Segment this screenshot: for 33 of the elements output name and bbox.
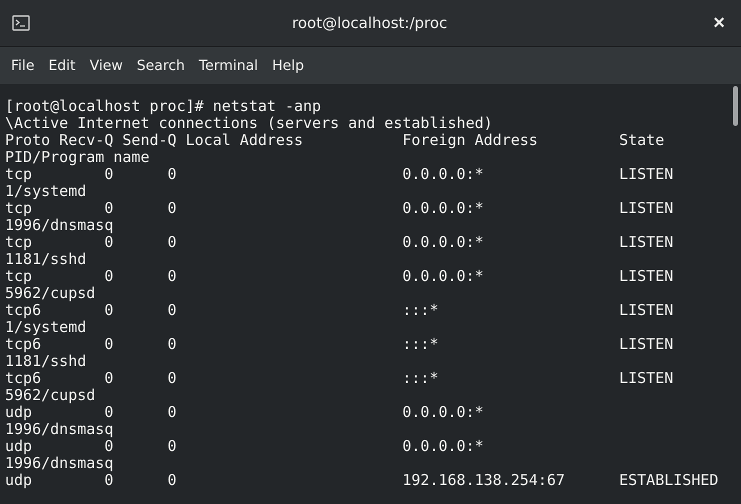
terminal-line: tcp6 0 0 :::* LISTEN: [5, 370, 674, 387]
terminal-line: udp 0 0 192.168.138.254:67 ESTABLISHED: [5, 472, 720, 489]
terminal-line: [root@localhost proc]# netstat -anp: [5, 98, 322, 115]
terminal-line: 1/systemd: [5, 319, 88, 336]
terminal-line: 1996/dnsmasq: [5, 217, 114, 234]
menu-item[interactable]: Search: [130, 54, 192, 78]
terminal-line: \Active Internet connections (servers and established): [5, 115, 494, 132]
menu-item[interactable]: Edit: [41, 54, 83, 78]
menu-item[interactable]: Help: [265, 54, 311, 78]
terminal-line: 1/systemd: [5, 183, 88, 200]
terminal-line: Proto Recv-Q Send-Q Local Address Foreign Address State: [5, 132, 666, 149]
terminal-line: 1996/dnsmasq: [5, 421, 114, 438]
close-button[interactable]: ×: [709, 12, 729, 34]
terminal-line: tcp 0 0 0.0.0.0:* LISTEN: [5, 234, 674, 251]
terminal-icon: [12, 15, 30, 31]
terminal-line: udp 0 0 0.0.0.0:*: [5, 404, 485, 421]
terminal-line: tcp6 0 0 :::* LISTEN: [5, 336, 674, 353]
terminal-line: tcp6 0 0 :::* LISTEN: [5, 302, 674, 319]
terminal-line: 1996/dnsmasq: [5, 455, 114, 472]
terminal-line: 1181/sshd: [5, 251, 88, 268]
terminal-line: udp 0 0 0.0.0.0:*: [5, 438, 485, 455]
menu-item[interactable]: View: [82, 54, 130, 78]
terminal-line: 1181/sshd: [5, 353, 88, 370]
menu-item[interactable]: File: [4, 54, 42, 78]
scrollbar-thumb[interactable]: [732, 86, 738, 126]
terminal-line: PID/Program name: [5, 149, 150, 166]
terminal-line: tcp 0 0 0.0.0.0:* LISTEN: [5, 268, 674, 285]
terminal-line: 5962/cupsd: [5, 387, 96, 404]
terminal-line: tcp 0 0 0.0.0.0:* LISTEN: [5, 200, 674, 217]
terminal-line: 5962/cupsd: [5, 285, 96, 302]
terminal-line: tcp 0 0 0.0.0.0:* LISTEN: [5, 166, 674, 183]
window-title: root@localhost:/proc: [292, 14, 448, 32]
menu-item[interactable]: Terminal: [192, 54, 266, 78]
